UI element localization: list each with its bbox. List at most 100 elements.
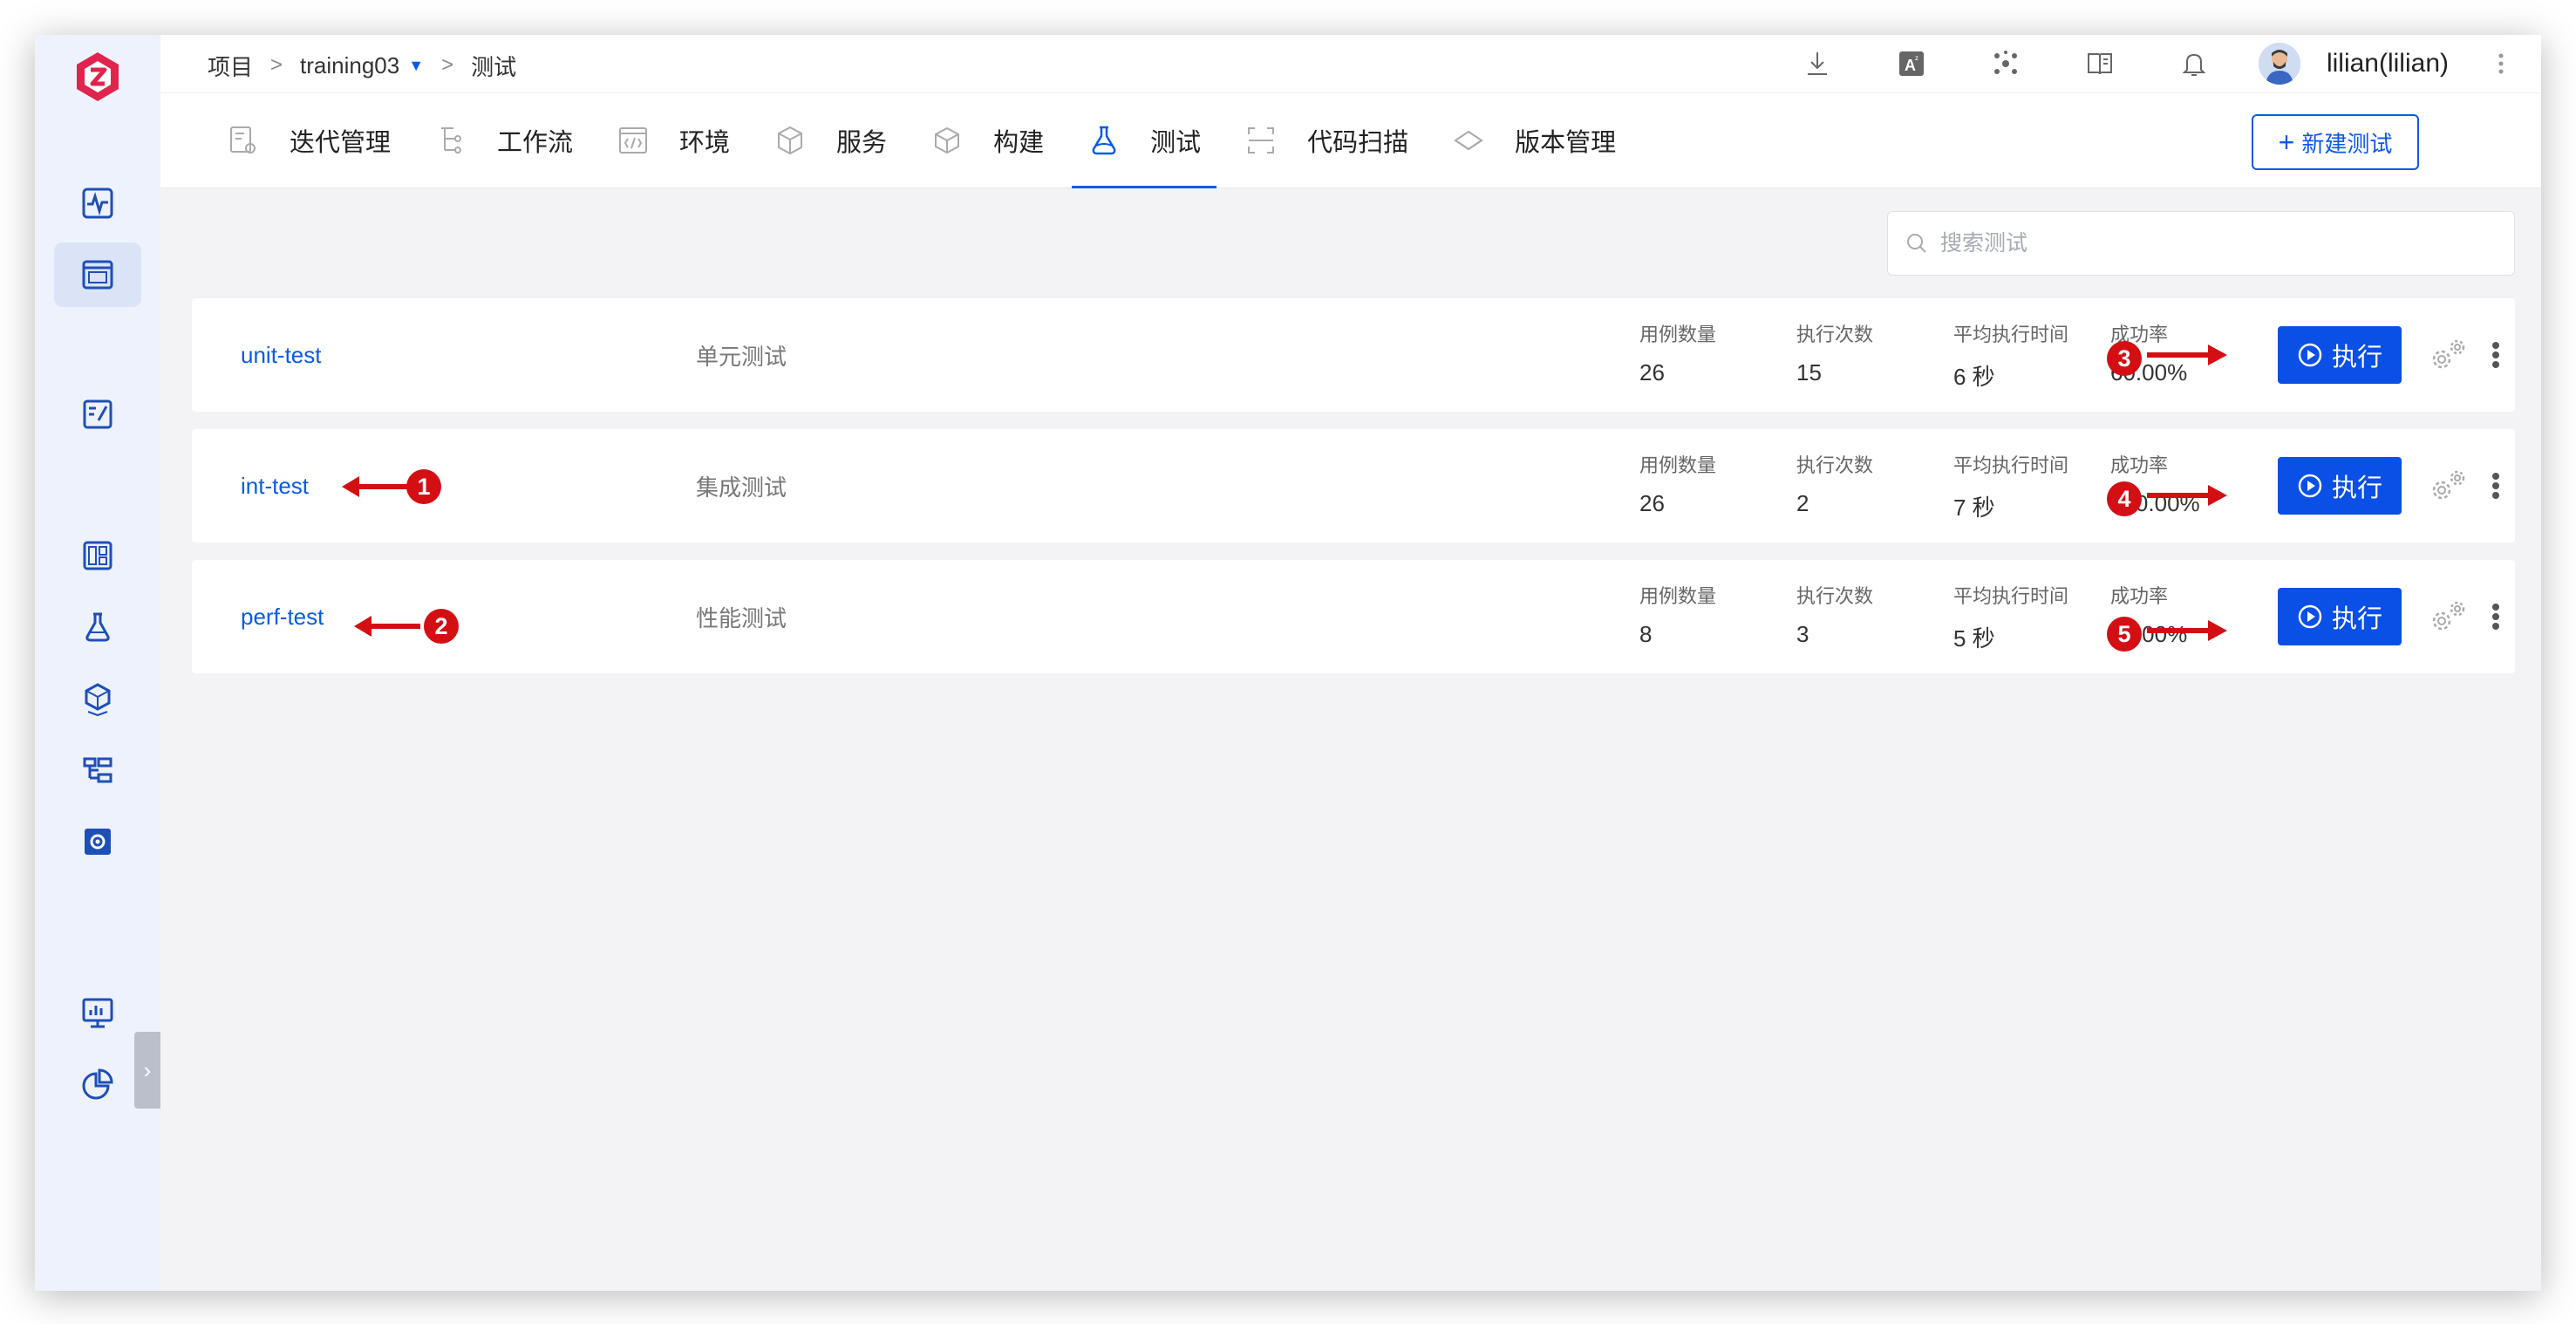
monitor-chart-icon xyxy=(82,998,113,1028)
stat-label: 执行次数 xyxy=(1796,585,1874,607)
rail-project[interactable] xyxy=(54,242,141,307)
settings-gears-icon[interactable] xyxy=(2424,597,2471,637)
test-description: 单元测试 xyxy=(696,343,787,370)
rail-release[interactable] xyxy=(54,738,141,802)
rail-monitor[interactable] xyxy=(54,980,141,1045)
build-icon xyxy=(935,126,960,154)
new-test-button[interactable]: + 新建测试 xyxy=(2252,114,2419,170)
stat-value: 26 xyxy=(1639,359,1665,386)
more-vertical-icon[interactable] xyxy=(2477,586,2515,647)
plugin-button[interactable] xyxy=(1959,35,2053,92)
tab-label: 版本管理 xyxy=(1515,129,1617,157)
search-input[interactable] xyxy=(1940,230,2464,256)
more-vertical-icon[interactable] xyxy=(2477,455,2515,516)
download-button[interactable] xyxy=(1770,35,1864,92)
run-button[interactable]: 执行 xyxy=(2278,457,2402,515)
rail-edit-doc[interactable] xyxy=(54,382,141,447)
annotation-badge: 1 xyxy=(406,469,441,504)
logo-icon[interactable] xyxy=(70,49,126,105)
notifications-button[interactable] xyxy=(2147,35,2241,92)
test-description: 集成测试 xyxy=(696,474,787,501)
avatar[interactable] xyxy=(2258,43,2300,85)
rail-settings[interactable] xyxy=(54,809,141,874)
annotation-badge: 2 xyxy=(424,609,459,644)
rail-test[interactable] xyxy=(54,595,141,659)
tab-iteration[interactable]: 迭代管理 xyxy=(211,92,406,188)
stat-label: 用例数量 xyxy=(1639,585,1717,607)
chevron-right-icon: › xyxy=(143,1056,152,1083)
rail-pie[interactable] xyxy=(54,1052,141,1116)
download-icon xyxy=(1807,52,1827,75)
more-vertical-icon[interactable] xyxy=(2475,51,2527,77)
user-avatar-icon xyxy=(2258,43,2300,85)
tab-label: 测试 xyxy=(1150,129,1202,157)
play-circle-icon xyxy=(2298,474,2322,498)
docs-button[interactable] xyxy=(2053,35,2147,92)
breadcrumb-root[interactable]: 项目 xyxy=(208,50,253,82)
search-icon xyxy=(1907,234,1926,253)
workflow-icon xyxy=(441,127,462,154)
tab-test[interactable]: 测试 xyxy=(1072,92,1217,188)
run-button[interactable]: 执行 xyxy=(2278,588,2402,645)
stat-value: 7 秒 xyxy=(1953,495,1995,521)
tab-version[interactable]: 版本管理 xyxy=(1436,92,1632,188)
stat-label: 成功率 xyxy=(2110,454,2169,476)
language-button[interactable]: Az xyxy=(1864,35,1959,92)
tab-environment[interactable]: 环境 xyxy=(601,92,746,188)
run-button[interactable]: 执行 xyxy=(2278,326,2402,384)
test-name-link[interactable]: perf-test xyxy=(241,560,324,673)
rail-artifact[interactable] xyxy=(54,666,141,731)
tab-code-scan[interactable]: 代码扫描 xyxy=(1229,92,1424,188)
more-vertical-icon[interactable] xyxy=(2477,324,2515,386)
edit-doc-icon xyxy=(83,399,112,429)
plus-icon: + xyxy=(2278,126,2295,158)
breadcrumb-project[interactable]: training03 xyxy=(300,52,399,79)
user-menu[interactable]: lilian(lilian) xyxy=(2258,43,2449,85)
annotation-arrow-left-icon xyxy=(342,476,408,497)
run-label: 执行 xyxy=(2331,474,2382,502)
annotation-arrow-left-icon xyxy=(354,616,420,637)
stat-value: 26 xyxy=(1639,490,1665,516)
annotation-arrow-right-icon xyxy=(2147,620,2227,641)
stat-label: 成功率 xyxy=(2110,585,2169,607)
breadcrumb: 项目 > training03 ▼ > 测试 xyxy=(208,45,516,85)
caret-down-icon[interactable]: ▼ xyxy=(408,57,424,75)
settings-gears-icon[interactable] xyxy=(2424,335,2471,375)
annotation-arrow-right-icon xyxy=(2147,485,2227,506)
stat-label: 执行次数 xyxy=(1796,324,1874,345)
artifact-icon xyxy=(85,683,111,717)
tab-label: 工作流 xyxy=(497,129,574,157)
tab-workflow[interactable]: 工作流 xyxy=(419,92,589,188)
nodes-icon xyxy=(1993,51,2017,74)
user-name[interactable]: lilian(lilian) xyxy=(2327,49,2449,78)
flask-icon xyxy=(1092,126,1116,155)
run-label: 执行 xyxy=(2331,605,2382,633)
play-circle-icon xyxy=(2298,343,2322,367)
new-test-label: 新建测试 xyxy=(2301,130,2393,157)
test-name-link[interactable]: unit-test xyxy=(241,298,322,412)
stat-cases: 用例数量 8 xyxy=(1639,581,1716,648)
svg-text:z: z xyxy=(1915,54,1918,62)
rail-activity[interactable] xyxy=(54,171,141,235)
test-flask-icon xyxy=(85,612,110,642)
dashboard-icon xyxy=(83,541,112,570)
dots-icon xyxy=(2498,53,2504,74)
stat-value: 3 xyxy=(1796,621,1809,647)
rail-expand-handle[interactable]: › xyxy=(134,1032,160,1109)
rail-dashboard[interactable] xyxy=(54,523,141,588)
project-icon xyxy=(82,260,113,290)
stat-value: 5 秒 xyxy=(1953,625,1995,652)
stat-avg-time: 平均执行时间 5 秒 xyxy=(1953,581,2068,653)
tab-service[interactable]: 服务 xyxy=(758,92,903,188)
project-tabs: 迭代管理 工作流 环境 服务 构建 测试 代码扫描 版本管理 xyxy=(211,92,1644,188)
stat-value: 6 秒 xyxy=(1953,364,1995,390)
tab-build[interactable]: 构建 xyxy=(915,92,1060,188)
tab-label: 代码扫描 xyxy=(1307,129,1409,157)
left-rail: › xyxy=(35,35,160,1291)
settings-gears-icon[interactable] xyxy=(2424,466,2471,506)
stat-cases: 用例数量 26 xyxy=(1639,319,1716,386)
release-icon xyxy=(83,757,112,783)
app-window: › 项目 > training03 ▼ > 测试 Az lilian(lilia… xyxy=(35,35,2541,1291)
annotation-badge: 4 xyxy=(2107,481,2142,516)
test-name-link[interactable]: int-test xyxy=(241,429,309,543)
